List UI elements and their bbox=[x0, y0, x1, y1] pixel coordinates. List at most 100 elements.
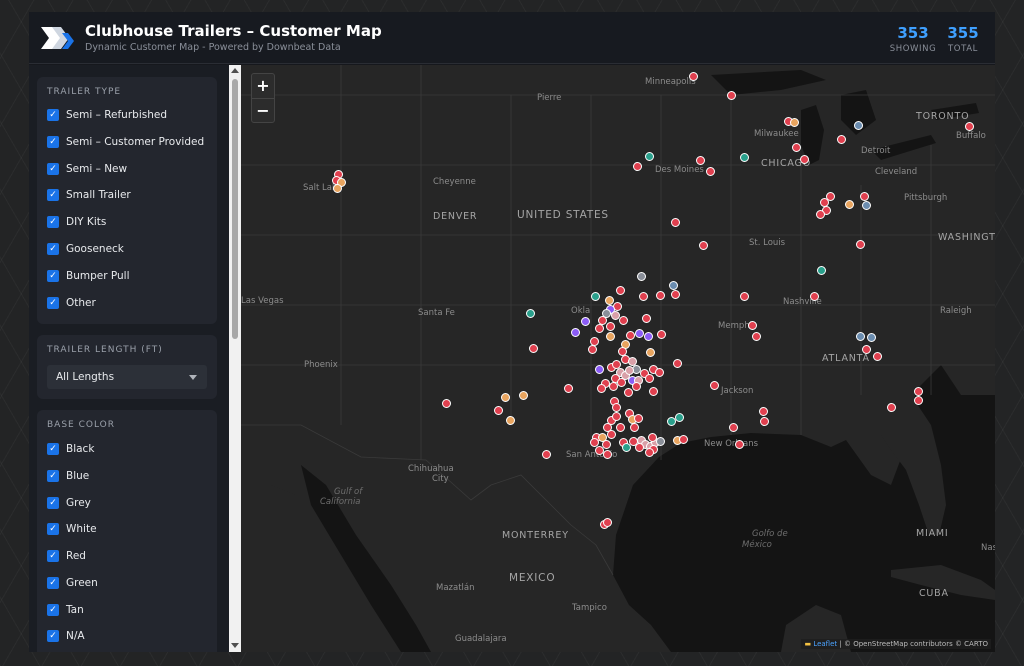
customer-marker[interactable] bbox=[790, 118, 799, 127]
customer-marker[interactable] bbox=[632, 382, 641, 391]
scroll-up-icon[interactable] bbox=[231, 68, 239, 73]
checkbox-white[interactable]: ✓ White bbox=[47, 521, 97, 537]
customer-marker[interactable] bbox=[671, 290, 680, 299]
customer-marker[interactable] bbox=[494, 406, 503, 415]
checkbox-semi-new[interactable]: ✓ Semi – New bbox=[47, 161, 127, 177]
customer-marker[interactable] bbox=[657, 330, 666, 339]
customer-marker[interactable] bbox=[673, 359, 682, 368]
customer-marker[interactable] bbox=[706, 167, 715, 176]
customer-marker[interactable] bbox=[612, 412, 621, 421]
customer-marker[interactable] bbox=[645, 152, 654, 161]
customer-marker[interactable] bbox=[862, 201, 871, 210]
customer-marker[interactable] bbox=[616, 423, 625, 432]
checkmark-icon[interactable]: ✓ bbox=[47, 270, 59, 282]
checkmark-icon[interactable]: ✓ bbox=[47, 577, 59, 589]
checkmark-icon[interactable]: ✓ bbox=[47, 136, 59, 148]
checkmark-icon[interactable]: ✓ bbox=[47, 243, 59, 255]
customer-marker[interactable] bbox=[542, 450, 551, 459]
customer-marker[interactable] bbox=[727, 91, 736, 100]
customer-marker[interactable] bbox=[639, 292, 648, 301]
customer-marker[interactable] bbox=[633, 162, 642, 171]
customer-marker[interactable] bbox=[760, 417, 769, 426]
checkbox-green[interactable]: ✓ Green bbox=[47, 575, 98, 591]
customer-marker[interactable] bbox=[860, 192, 869, 201]
customer-marker[interactable] bbox=[817, 266, 826, 275]
customer-marker[interactable] bbox=[669, 281, 678, 290]
checkbox-grey[interactable]: ✓ Grey bbox=[47, 495, 91, 511]
customer-marker[interactable] bbox=[710, 381, 719, 390]
customer-marker[interactable] bbox=[529, 344, 538, 353]
customer-marker[interactable] bbox=[914, 387, 923, 396]
customer-marker[interactable] bbox=[625, 366, 634, 375]
customer-map[interactable]: Minneapolis Pierre TORONTO Milwaukee Det… bbox=[241, 65, 995, 652]
customer-marker[interactable] bbox=[699, 241, 708, 250]
customer-marker[interactable] bbox=[595, 365, 604, 374]
customer-marker[interactable] bbox=[526, 309, 535, 318]
customer-marker[interactable] bbox=[635, 443, 644, 452]
customer-marker[interactable] bbox=[626, 331, 635, 340]
customer-marker[interactable] bbox=[837, 135, 846, 144]
checkbox-red[interactable]: ✓ Red bbox=[47, 548, 86, 564]
customer-marker[interactable] bbox=[792, 143, 801, 152]
customer-marker[interactable] bbox=[816, 210, 825, 219]
customer-marker[interactable] bbox=[571, 328, 580, 337]
customer-marker[interactable] bbox=[591, 292, 600, 301]
checkbox-diy-kits[interactable]: ✓ DIY Kits bbox=[47, 214, 106, 230]
customer-marker[interactable] bbox=[740, 292, 749, 301]
customer-marker[interactable] bbox=[656, 291, 665, 300]
checkmark-icon[interactable]: ✓ bbox=[47, 216, 59, 228]
checkmark-icon[interactable]: ✓ bbox=[47, 497, 59, 509]
customer-marker[interactable] bbox=[630, 423, 639, 432]
checkbox-black[interactable]: ✓ Black bbox=[47, 441, 94, 457]
customer-marker[interactable] bbox=[740, 153, 749, 162]
customer-marker[interactable] bbox=[333, 184, 342, 193]
checkbox-semi-refurbished[interactable]: ✓ Semi – Refurbished bbox=[47, 107, 167, 123]
filter-sidebar[interactable]: TRAILER TYPE ✓ Semi – Refurbished ✓ Semi –… bbox=[29, 65, 229, 652]
customer-marker[interactable] bbox=[644, 332, 653, 341]
checkmark-icon[interactable]: ✓ bbox=[47, 443, 59, 455]
customer-marker[interactable] bbox=[735, 440, 744, 449]
customer-marker[interactable] bbox=[645, 374, 654, 383]
customer-marker[interactable] bbox=[506, 416, 515, 425]
customer-marker[interactable] bbox=[856, 240, 865, 249]
customer-marker[interactable] bbox=[642, 314, 651, 323]
customer-marker[interactable] bbox=[645, 448, 654, 457]
checkbox-blue[interactable]: ✓ Blue bbox=[47, 468, 89, 484]
checkbox-bumper-pull[interactable]: ✓ Bumper Pull bbox=[47, 268, 130, 284]
customer-marker[interactable] bbox=[635, 329, 644, 338]
customer-marker[interactable] bbox=[617, 378, 626, 387]
customer-marker[interactable] bbox=[887, 403, 896, 412]
checkmark-icon[interactable]: ✓ bbox=[47, 163, 59, 175]
customer-marker[interactable] bbox=[646, 348, 655, 357]
checkbox-other[interactable]: ✓ Other bbox=[47, 295, 96, 311]
customer-marker[interactable] bbox=[597, 384, 606, 393]
customer-marker[interactable] bbox=[588, 345, 597, 354]
customer-marker[interactable] bbox=[679, 435, 688, 444]
customer-marker[interactable] bbox=[607, 430, 616, 439]
checkmark-icon[interactable]: ✓ bbox=[47, 630, 59, 642]
checkmark-icon[interactable]: ✓ bbox=[47, 189, 59, 201]
customer-marker[interactable] bbox=[759, 407, 768, 416]
customer-marker[interactable] bbox=[752, 332, 761, 341]
checkbox-gooseneck[interactable]: ✓ Gooseneck bbox=[47, 241, 124, 257]
checkbox-small-trailer[interactable]: ✓ Small Trailer bbox=[47, 187, 131, 203]
customer-marker[interactable] bbox=[616, 286, 625, 295]
checkmark-icon[interactable]: ✓ bbox=[47, 109, 59, 121]
customer-marker[interactable] bbox=[442, 399, 451, 408]
customer-marker[interactable] bbox=[637, 272, 646, 281]
customer-marker[interactable] bbox=[581, 317, 590, 326]
customer-marker[interactable] bbox=[501, 393, 510, 402]
scroll-down-icon[interactable] bbox=[231, 643, 239, 648]
checkmark-icon[interactable]: ✓ bbox=[47, 550, 59, 562]
customer-marker[interactable] bbox=[873, 352, 882, 361]
customer-marker[interactable] bbox=[612, 403, 621, 412]
sidebar-scrollbar[interactable] bbox=[229, 65, 241, 652]
customer-marker[interactable] bbox=[965, 122, 974, 131]
trailer-length-select[interactable]: All Lengths bbox=[47, 365, 207, 389]
customer-marker[interactable] bbox=[696, 156, 705, 165]
customer-marker[interactable] bbox=[606, 322, 615, 331]
leaflet-link[interactable]: Leaflet bbox=[813, 640, 837, 648]
zoom-out-button[interactable]: − bbox=[252, 99, 274, 123]
customer-marker[interactable] bbox=[649, 387, 658, 396]
customer-marker[interactable] bbox=[609, 382, 618, 391]
